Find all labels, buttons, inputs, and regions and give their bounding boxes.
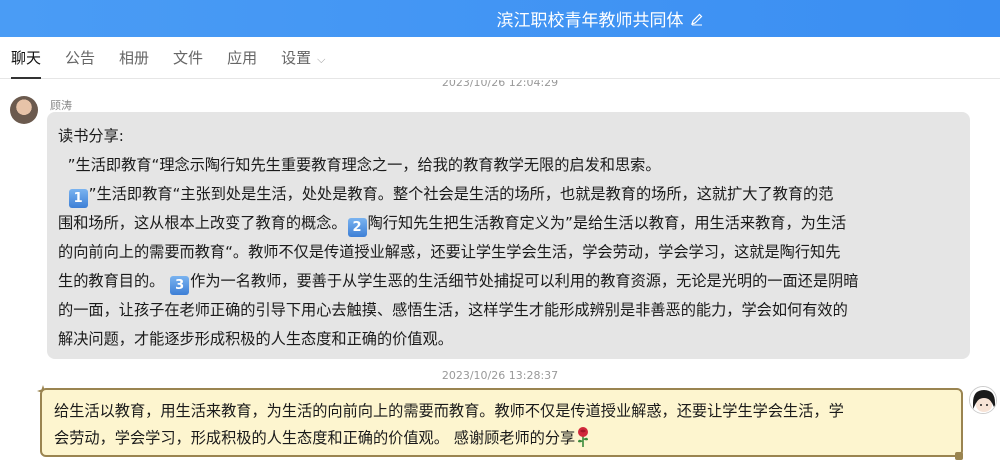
message-text: ”生活即教育“主张到处是生活，处处是教育。整个社会是生活的场所，也就是教育的场所… [88, 185, 834, 203]
rose-icon [578, 427, 589, 447]
message-line: 解决问题，才能逐步形成积极的人生态度和正确的价值观。 [58, 330, 453, 348]
message-line: 围和场所，这从根本上改变了教育的概念。 2 陶行知先生把生活教育定义为”是给生活以教… [58, 209, 960, 238]
title-bar: 滨江职校青年教师共同体 [0, 0, 1000, 37]
tab-settings-label: 设置 [281, 48, 312, 67]
message-text: 围和场所，这从根本上改变了教育的概念。 [58, 214, 347, 232]
bubble-corner-decoration [955, 452, 963, 460]
message-text: 生的教育目的。 [58, 272, 165, 290]
pencil-icon[interactable] [690, 12, 704, 26]
avatar-cartoon-icon [970, 387, 996, 413]
tab-chat[interactable]: 聊天 [11, 37, 42, 79]
message-text: 会劳动，学会学习，形成积极的人生态度和正确的价值观。 感谢顾老师的分享 [54, 429, 576, 447]
tab-announcement-label: 公告 [65, 48, 96, 67]
tab-files-label: 文件 [173, 48, 204, 67]
tab-album[interactable]: 相册 [119, 37, 149, 79]
sender-name: 顾涛 [50, 99, 72, 112]
message-line: ”生活即教育“理念示陶行知先生重要教育理念之一，给我的教育教学无限的启发和思索。 [58, 156, 661, 174]
message-line: 的向前向上的需要而教育“。教师不仅是传道授业解惑，还要让学生学会生活，学会劳动，… [58, 243, 841, 261]
message-line: 1 ”生活即教育“主张到处是生活，处处是教育。整个社会是生活的场所，也就是教育的场… [58, 180, 960, 209]
tab-announcement[interactable]: 公告 [65, 37, 95, 79]
message-line: 生的教育目的。 3 作为一名教师，要善于从学生恶的生活细节处捕捉可以利用的教育资源… [58, 267, 960, 296]
message-line: 给生活以教育，用生活来教育，为生活的向前向上的需要而教育。教师不仅是传道授业解惑… [54, 402, 844, 420]
tab-chat-label: 聊天 [11, 48, 42, 67]
message-bubble[interactable]: 给生活以教育，用生活来教育，为生活的向前向上的需要而教育。教师不仅是传道授业解惑… [40, 388, 963, 457]
number-three-icon: 3 [170, 276, 190, 295]
message-text: 作为一名教师，要善于从学生恶的生活细节处捕捉可以利用的教育资源，无论是光明的一面… [190, 272, 859, 290]
message-text: 陶行知先生把生活教育定义为”是给生活以教育，用生活来教育，为生活 [367, 214, 847, 232]
message-line: 的一面，让孩子在老师正确的引导下用心去触摸、感悟生活，这样学生才能形成辨别是非善… [58, 301, 848, 319]
group-title: 滨江职校青年教师共同体 [496, 11, 684, 31]
tab-settings[interactable]: 设置 ⌵ [281, 37, 325, 79]
tab-files[interactable]: 文件 [173, 37, 203, 79]
number-one-icon: 1 [68, 189, 88, 208]
number-two-icon: 2 [347, 218, 367, 237]
message-bubble[interactable]: 读书分享: ”生活即教育“理念示陶行知先生重要教育理念之一，给我的教育教学无限的… [47, 112, 970, 359]
message-line: 读书分享: [58, 127, 124, 145]
message-timestamp: 2023/10/26 13:28:37 [441, 369, 559, 382]
tab-album-label: 相册 [119, 48, 150, 67]
message-timestamp: 2023/10/26 12:04:29 [441, 80, 559, 89]
tab-bar: 聊天 公告 相册 文件 应用 设置 ⌵ [0, 37, 1000, 79]
chevron-down-icon: ⌵ [317, 52, 326, 66]
tab-apps[interactable]: 应用 [227, 37, 257, 79]
tab-apps-label: 应用 [227, 48, 258, 67]
avatar[interactable] [10, 96, 38, 124]
avatar[interactable] [969, 386, 997, 414]
message-line: 会劳动，学会学习，形成积极的人生态度和正确的价值观。 感谢顾老师的分享 [54, 425, 951, 452]
